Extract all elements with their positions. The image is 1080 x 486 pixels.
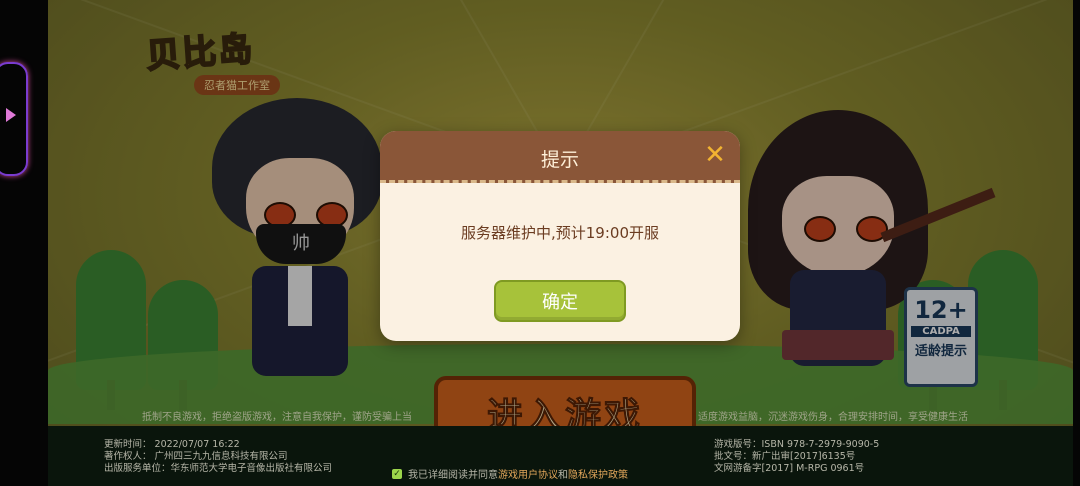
close-icon[interactable]: ✕ xyxy=(702,142,728,168)
agreement-row: ✓ 我已详细阅读并同意游戏用户协议和隐私保护政策 xyxy=(392,466,628,481)
privacy-policy-link[interactable]: 隐私保护政策 xyxy=(568,470,628,481)
dialog-header: 提示 ✕ xyxy=(380,131,740,183)
dialog-message: 服务器维护中,预计19:00开服 xyxy=(461,224,659,242)
update-time: 更新时间： 2022/07/07 16:22 xyxy=(104,439,240,450)
floating-widget-icon[interactable] xyxy=(0,62,28,176)
right-edge-panel xyxy=(1073,0,1080,486)
approval-number: 批文号：新广出审[2017]6135号 xyxy=(714,451,856,462)
culture-record: 文网游备字[2017] M-RPG 0961号 xyxy=(714,463,865,474)
agree-prefix: 我已详细阅读并同意 xyxy=(408,470,498,481)
confirm-button[interactable]: 确定 xyxy=(494,280,626,322)
left-edge-panel xyxy=(0,0,48,486)
dialog-title: 提示 xyxy=(540,149,579,171)
notice-dialog: 提示 ✕ 服务器维护中,预计19:00开服 确定 xyxy=(380,131,740,341)
isbn: 游戏版号：ISBN 978-7-2979-9090-5 xyxy=(714,439,880,450)
footer-info-right: 游戏版号：ISBN 978-7-2979-9090-5 批文号：新广出审[201… xyxy=(714,439,879,475)
checkbox-checked-icon[interactable]: ✓ xyxy=(392,468,402,479)
user-agreement-link[interactable]: 游戏用户协议 xyxy=(498,470,558,481)
publisher: 出版服务单位：华东师范大学电子音像出版社有限公司 xyxy=(104,463,333,474)
agree-and: 和 xyxy=(558,470,568,481)
footer-info-left: 更新时间： 2022/07/07 16:22 著作权人： 广州四三九九信息科技有… xyxy=(104,439,332,475)
copyright-holder: 著作权人： 广州四三九九信息科技有限公司 xyxy=(104,451,288,462)
